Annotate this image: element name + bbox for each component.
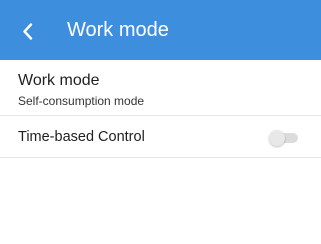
app-header: Work mode	[0, 0, 321, 60]
time-based-control-row: Time-based Control	[0, 116, 321, 157]
work-mode-value: Self-consumption mode	[18, 94, 145, 108]
work-mode-setting-row[interactable]: Work mode Self-consumption mode	[0, 60, 321, 115]
work-mode-title: Work mode	[18, 72, 100, 89]
chevron-left-icon	[23, 23, 33, 40]
page-title: Work mode	[67, 19, 169, 41]
back-button[interactable]	[14, 12, 48, 50]
toggle-knob	[269, 130, 285, 146]
empty-content-area	[0, 158, 321, 244]
time-based-control-toggle[interactable]	[269, 130, 299, 146]
app-screen: Work mode Work mode Self-consumption mod…	[0, 0, 321, 244]
time-based-control-label: Time-based Control	[18, 129, 145, 145]
